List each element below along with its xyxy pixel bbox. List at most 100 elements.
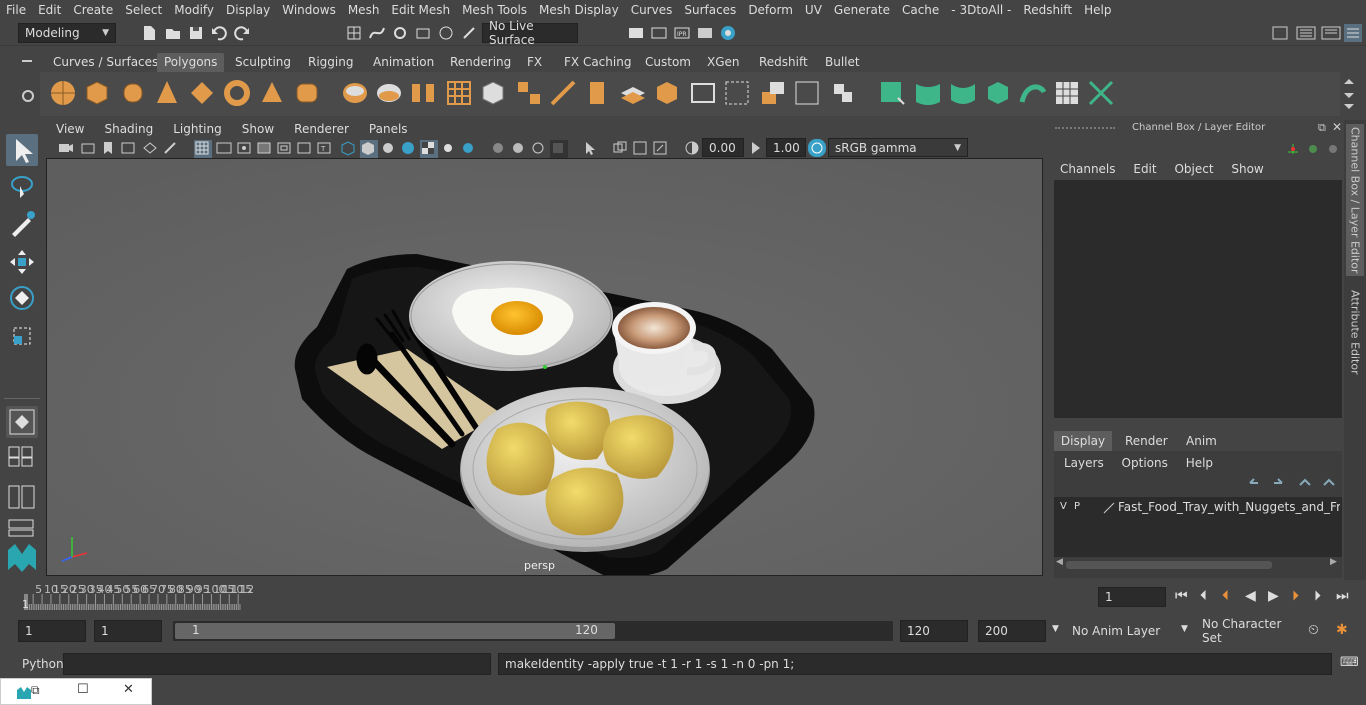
time-slider[interactable]: 5 10 15 20 25 30 35 40 45 50 55 60 65 70 75 80 85 90 95 100… (0, 580, 1366, 614)
poly-cube-icon[interactable] (82, 78, 112, 108)
scroll-right-icon[interactable]: ▶ (1330, 557, 1337, 567)
shelf-tab-bullet[interactable]: Bullet (818, 53, 867, 72)
current-frame-field[interactable]: 1 (1098, 587, 1166, 607)
playback-end-field[interactable]: 120 (900, 620, 968, 642)
range-slider-track[interactable]: 1 120 (173, 621, 893, 641)
poly-cone-icon[interactable] (152, 78, 182, 108)
smooth-shade-icon[interactable] (360, 140, 378, 158)
layer-visibility-toggle[interactable]: V (1060, 501, 1067, 512)
2d-pan-zoom-icon[interactable] (162, 140, 180, 158)
menu-windows[interactable]: Windows (276, 3, 342, 17)
panel-grip[interactable] (1055, 127, 1115, 131)
maximize-icon[interactable]: ☐ (77, 682, 89, 697)
uv-unfold-icon[interactable] (1018, 78, 1048, 108)
uv-editor-icon[interactable] (1052, 78, 1082, 108)
bridge-icon[interactable] (514, 78, 544, 108)
gamma-field[interactable]: 1.00 (766, 138, 806, 157)
perspective-viewport[interactable]: persp (46, 158, 1043, 576)
screen-space-ao-icon[interactable] (490, 140, 508, 158)
live-surface-field[interactable]: No Live Surface (482, 19, 578, 47)
vp-menu-show[interactable]: Show (232, 122, 284, 136)
step-back-key-icon[interactable]: ⏴ (1222, 588, 1229, 604)
shelf-scroll-arrows[interactable] (1343, 76, 1355, 112)
uv-cut-sew-icon[interactable] (1086, 78, 1116, 108)
manip-toggle-icon[interactable] (1306, 142, 1320, 156)
target-weld-icon[interactable] (828, 78, 858, 108)
step-back-icon[interactable]: ⏴ (1200, 588, 1207, 604)
animation-preferences-icon[interactable]: ✱ (1336, 622, 1348, 638)
menu-select[interactable]: Select (119, 3, 168, 17)
grid-toggle-icon[interactable] (142, 140, 160, 158)
shelf-tab-fx[interactable]: FX (520, 53, 549, 72)
uv-planar-icon[interactable] (878, 78, 908, 108)
playback-start-field[interactable]: 1 (94, 620, 162, 642)
exposure-field[interactable]: 0.00 (702, 138, 744, 157)
options-menu[interactable]: Options (1122, 456, 1168, 470)
cb-edit-menu[interactable]: Edit (1133, 162, 1156, 176)
undo-icon[interactable] (210, 24, 228, 42)
render-view-icon[interactable] (696, 24, 714, 42)
command-input[interactable] (63, 653, 491, 675)
lasso-tool-icon[interactable] (6, 172, 38, 204)
save-scene-icon[interactable] (187, 24, 205, 42)
combine-icon[interactable] (340, 78, 370, 108)
depth-of-field-icon[interactable] (550, 140, 568, 158)
shelf-tab-polygons[interactable]: Polygons (157, 53, 225, 72)
axis-toggle-icon[interactable] (1286, 142, 1300, 156)
go-to-start-icon[interactable]: ⏮ (1175, 588, 1188, 604)
xray-active-icon[interactable] (652, 140, 670, 158)
vp-menu-shading[interactable]: Shading (94, 122, 163, 136)
go-to-end-icon[interactable]: ⏭ (1336, 588, 1349, 604)
play-forwards-icon[interactable]: ▶ (1268, 588, 1279, 604)
move-tool-icon[interactable] (6, 246, 38, 278)
range-slider-handle[interactable]: 1 120 (175, 623, 615, 639)
scroll-left-icon[interactable]: ◀ (1056, 557, 1063, 567)
menu-edit-mesh[interactable]: Edit Mesh (385, 3, 456, 17)
textured-icon[interactable] (420, 140, 438, 158)
grid-display-icon[interactable] (194, 140, 212, 158)
menu-modify[interactable]: Modify (168, 3, 220, 17)
resolution-gate-icon[interactable] (236, 140, 254, 158)
anim-end-field[interactable]: 200 (978, 620, 1046, 642)
vp-menu-renderer[interactable]: Renderer (284, 122, 359, 136)
vp-menu-lighting[interactable]: Lighting (163, 122, 232, 136)
close-icon[interactable]: ✕ (123, 682, 134, 697)
shelf-tab-sculpting[interactable]: Sculpting (228, 53, 298, 72)
anim-layer-select[interactable]: No Anim Layer (1066, 620, 1174, 642)
menu-cache[interactable]: Cache (896, 3, 945, 17)
uv-spherical-icon[interactable] (948, 78, 978, 108)
step-forward-icon[interactable]: ⏵ (1314, 588, 1321, 604)
graph-layout-icon[interactable] (6, 518, 38, 538)
extrude-icon[interactable] (582, 78, 612, 108)
offset-edge-loop-icon[interactable] (722, 78, 752, 108)
menu-3dtoall[interactable]: - 3DtoAll - (945, 3, 1017, 17)
color-management-icon[interactable] (808, 139, 826, 157)
wireframe-on-shaded-icon[interactable] (400, 140, 418, 158)
channels-menu[interactable]: Channels (1060, 162, 1116, 176)
layer-scrollbar[interactable] (1066, 561, 1272, 569)
chevron-down-icon[interactable]: ▼ (1181, 624, 1188, 634)
script-editor-icon[interactable]: ⌨ (1340, 655, 1359, 670)
camera-lock-icon[interactable] (80, 140, 98, 158)
bevel-icon[interactable] (618, 78, 648, 108)
use-all-lights-icon[interactable] (440, 140, 458, 158)
shelf-tab-animation[interactable]: Animation (366, 53, 441, 72)
hypershade-icon[interactable] (719, 24, 737, 42)
shelf-tab-fx-caching[interactable]: FX Caching (557, 53, 638, 72)
ipr-render-icon[interactable]: IPR (673, 24, 691, 42)
safe-action-icon[interactable] (296, 140, 314, 158)
poly-sphere-icon[interactable] (48, 78, 78, 108)
menu-deform[interactable]: Deform (742, 3, 799, 17)
new-layer-icon[interactable] (1298, 477, 1312, 489)
character-set-select[interactable]: No Character Set (1196, 617, 1302, 645)
xray-joints-icon[interactable] (632, 140, 650, 158)
side-tab-attribute-editor[interactable]: Attribute Editor (1346, 282, 1364, 382)
layer-tab-render[interactable]: Render (1125, 434, 1168, 448)
image-plane-icon[interactable] (120, 140, 138, 158)
shelf-tab-xgen[interactable]: XGen (700, 53, 747, 72)
menu-mesh[interactable]: Mesh (342, 3, 386, 17)
toggle-tool-settings-icon[interactable] (1321, 24, 1341, 42)
snap-point-icon[interactable] (391, 24, 409, 42)
safe-title-icon[interactable]: T (316, 140, 334, 158)
bookmark-icon[interactable] (100, 140, 118, 158)
